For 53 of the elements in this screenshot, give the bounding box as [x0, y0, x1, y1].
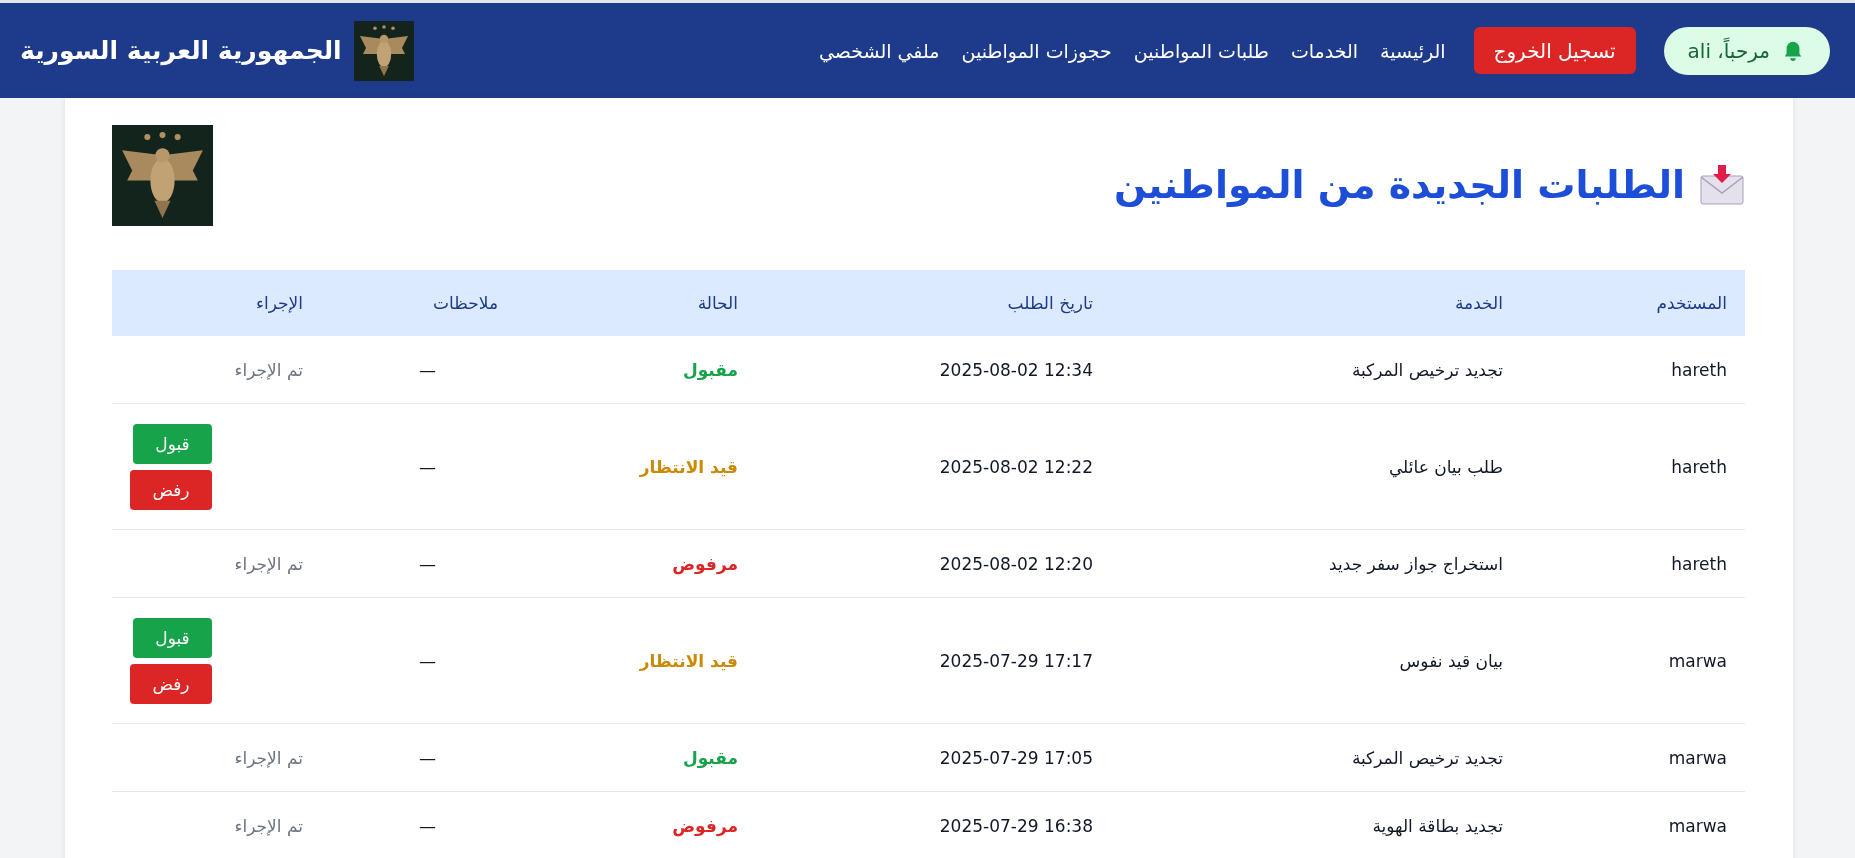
nav-link[interactable]: الرئيسية — [1380, 39, 1446, 62]
username-cell: hareth — [1521, 403, 1745, 530]
notes-cell: — — [321, 597, 516, 724]
action-done-text: تم الإجراء — [234, 359, 303, 380]
status-label: قيد الانتظار — [639, 650, 738, 671]
notes-cell: — — [321, 403, 516, 530]
username-cell: hareth — [1521, 336, 1745, 404]
column-header: المستخدم — [1521, 270, 1745, 336]
date-cell: 2025-07-29 17:05 — [756, 723, 1111, 792]
bell-icon — [1782, 39, 1804, 62]
date-cell: 2025-08-02 12:22 — [756, 403, 1111, 530]
page-title: الطلبات الجديدة من المواطنين — [1113, 163, 1685, 207]
status-label: مقبول — [682, 359, 738, 380]
service-cell: تجديد ترخيص المركبة — [1111, 723, 1521, 792]
greeting-text: مرحباً، ali — [1687, 38, 1770, 63]
action-done-text: تم الإجراء — [234, 747, 303, 768]
nav-link[interactable]: طلبات المواطنين — [1133, 39, 1269, 62]
date-cell: 2025-08-02 12:20 — [756, 529, 1111, 598]
date-cell: 2025-08-02 12:34 — [756, 336, 1111, 404]
column-header: الخدمة — [1111, 270, 1521, 336]
service-cell: استخراج جواز سفر جديد — [1111, 529, 1521, 598]
username-cell: marwa — [1521, 791, 1745, 858]
column-header: الإجراء — [112, 270, 321, 336]
service-cell: تجديد بطاقة الهوية — [1111, 791, 1521, 858]
nav-link[interactable]: الخدمات — [1290, 39, 1359, 62]
notes-cell: — — [321, 529, 516, 598]
site-title: الجمهورية العربية السورية — [20, 36, 342, 65]
date-cell: 2025-07-29 17:17 — [756, 597, 1111, 724]
reject-button[interactable]: رفض — [130, 469, 212, 510]
service-cell: تجديد ترخيص المركبة — [1111, 336, 1521, 404]
notes-cell: — — [321, 336, 516, 404]
service-cell: طلب بيان عائلي — [1111, 403, 1521, 530]
username-cell: hareth — [1521, 529, 1745, 598]
nav-link[interactable]: ملفي الشخصي — [818, 39, 940, 62]
column-header: الحالة — [516, 270, 756, 336]
column-header: تاريخ الطلب — [756, 270, 1111, 336]
notes-cell: — — [321, 791, 516, 858]
column-header: ملاحظات — [321, 270, 516, 336]
action-done-text: تم الإجراء — [234, 815, 303, 836]
reject-button[interactable]: رفض — [130, 663, 212, 704]
action-done-text: تم الإجراء — [234, 553, 303, 574]
date-cell: 2025-07-29 16:38 — [756, 791, 1111, 858]
nav-link[interactable]: حجوزات المواطنين — [961, 39, 1112, 62]
service-cell: بيان قيد نفوس — [1111, 597, 1521, 724]
status-label: مقبول — [682, 747, 738, 768]
notes-cell: — — [321, 723, 516, 792]
envelope-icon — [1699, 164, 1745, 206]
status-label: مرفوض — [672, 553, 738, 574]
username-cell: marwa — [1521, 723, 1745, 792]
logout-button[interactable]: تسجيل الخروج — [1473, 27, 1636, 74]
status-label: مرفوض — [672, 815, 738, 836]
username-cell: marwa — [1521, 597, 1745, 724]
status-label: قيد الانتظار — [639, 456, 738, 477]
